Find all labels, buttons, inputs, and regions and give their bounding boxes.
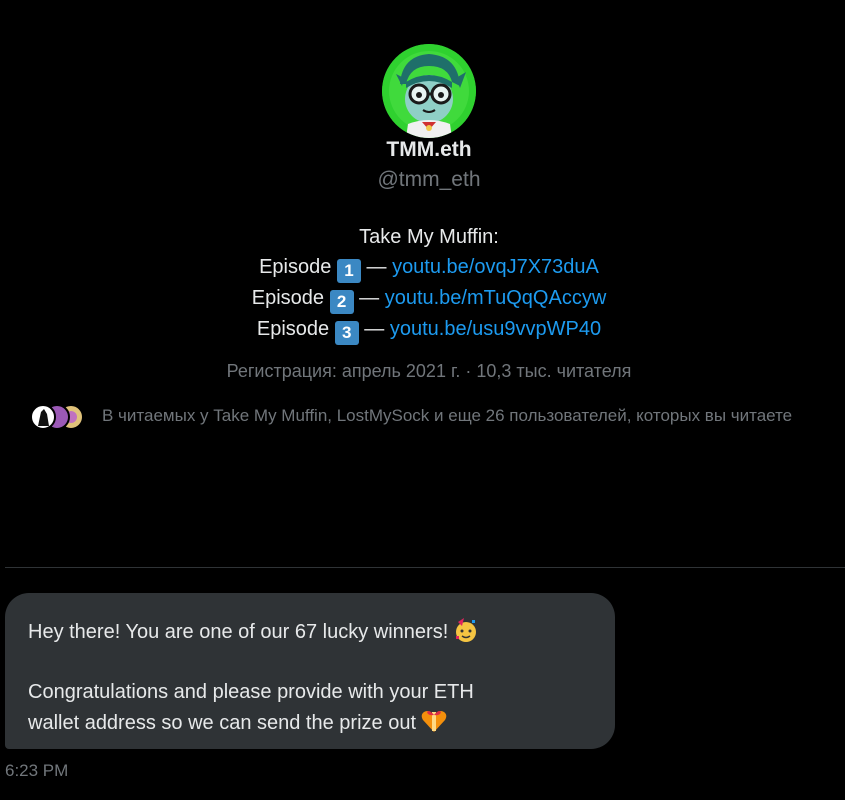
followed-by-text: В читаемых у Take My Muffin, LostMySock … xyxy=(102,406,793,425)
message-bubble[interactable]: Hey there! You are one of our 67 lucky w… xyxy=(5,593,615,749)
followers-count[interactable]: 10,3 тыс. читателя xyxy=(476,361,631,381)
party-face-icon xyxy=(452,616,480,644)
follower-avatar xyxy=(30,404,56,430)
episode-1-link[interactable]: youtu.be/ovqJ7X73duA xyxy=(392,256,599,278)
episode-label: Episode xyxy=(251,287,325,309)
episode-dash: — xyxy=(364,318,385,340)
message-text: wallet address so we can send the prize … xyxy=(28,712,416,734)
username-handle: @tmm_eth xyxy=(377,168,481,191)
meta-separator: · xyxy=(465,361,472,381)
message-timestamp: 6:23 PM xyxy=(5,761,69,780)
episode-dash: — xyxy=(366,256,387,278)
episode-label: Episode xyxy=(256,318,330,340)
divider xyxy=(5,567,845,568)
episode-label: Episode xyxy=(259,256,332,278)
bio-episode-line: Episode 1 — youtu.be/ovqJ7X73duA xyxy=(0,252,845,283)
gift-heart-icon xyxy=(420,707,448,735)
bio-title: Take My Muffin: xyxy=(359,226,499,248)
message-text: Congratulations and please provide with … xyxy=(28,681,474,703)
profile-header: TMM.eth @tmm_eth Take My Muffin: Episode… xyxy=(0,0,845,565)
keycap-2-icon: 2 xyxy=(329,290,354,314)
profile-meta: Регистрация: апрель 2021 г. · 10,3 тыс. … xyxy=(0,361,845,382)
avatar-illustration xyxy=(382,44,476,138)
message-line: wallet address so we can send the prize … xyxy=(28,707,593,738)
profile-bio: Take My Muffin: Episode 1 — youtu.be/ovq… xyxy=(0,222,845,345)
bio-episode-line: Episode 3 — youtu.be/usu9vvpWP40 xyxy=(0,314,845,345)
message-line: Hey there! You are one of our 67 lucky w… xyxy=(28,616,593,647)
episode-3-link[interactable]: youtu.be/usu9vvpWP40 xyxy=(390,318,601,340)
bio-episode-line: Episode 2 — youtu.be/mTuQqQAccyw xyxy=(0,283,845,314)
profile-avatar[interactable] xyxy=(382,44,476,138)
keycap-3-icon: 3 xyxy=(334,321,359,345)
display-name: TMM.eth xyxy=(386,138,472,161)
episode-2-link[interactable]: youtu.be/mTuQqQAccyw xyxy=(385,287,607,309)
message-text: Hey there! You are one of our 67 lucky w… xyxy=(28,621,449,643)
episode-dash: — xyxy=(359,287,380,309)
keycap-1-icon: 1 xyxy=(336,259,361,283)
registration-date: Регистрация: апрель 2021 г. xyxy=(226,361,461,381)
